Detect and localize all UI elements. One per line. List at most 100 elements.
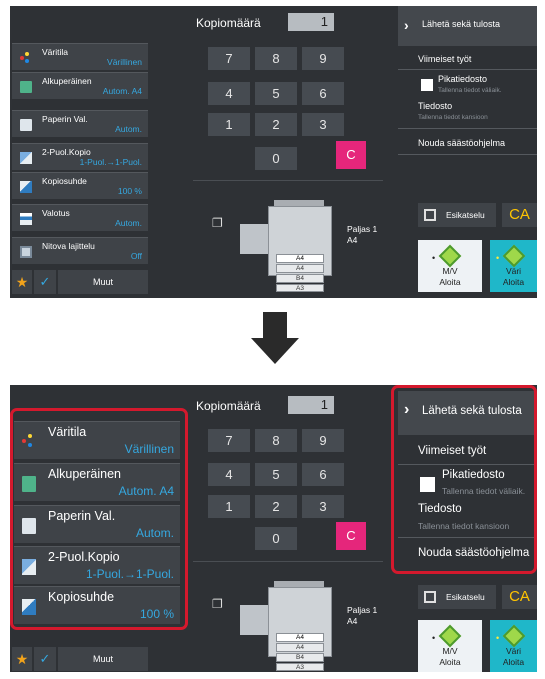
key-4[interactable]: 4 bbox=[208, 463, 250, 486]
color-mode-icon bbox=[20, 52, 32, 64]
eco-program[interactable]: Nouda säästöohjelma bbox=[418, 138, 505, 148]
setting-staple-sort[interactable]: Nitova lajittelu Off bbox=[12, 237, 148, 264]
preview-button[interactable]: Esikatselu bbox=[418, 203, 496, 227]
paper-tray-1[interactable]: A4 bbox=[276, 254, 324, 263]
setting-value: 1-Puol.→1-Puol. bbox=[79, 157, 142, 167]
key-5[interactable]: 5 bbox=[255, 463, 297, 486]
setting-label: Paperin Val. bbox=[42, 114, 88, 124]
setting-exposure[interactable]: Valotus Autom. bbox=[12, 204, 148, 231]
key-9[interactable]: 9 bbox=[302, 47, 344, 70]
key-7[interactable]: 7 bbox=[208, 47, 250, 70]
scale-icon bbox=[20, 181, 32, 193]
setting-label: Kopiosuhde bbox=[42, 176, 87, 186]
setting-value: Autom. bbox=[115, 124, 142, 134]
setting-original[interactable]: Alkuperäinen Autom. A4 bbox=[12, 72, 148, 99]
setting-value: Off bbox=[130, 251, 142, 261]
settings-list: Väritila Värillinen Alkuperäinen Autom. … bbox=[10, 6, 182, 298]
quick-file-checkbox[interactable] bbox=[421, 79, 433, 91]
machine-diagram: ❐ A4 A4 B4 A3 bbox=[208, 581, 358, 671]
copy-count-field[interactable]: 1 bbox=[288, 13, 334, 31]
bw-start-button[interactable]: • M/V Aloita bbox=[418, 240, 482, 292]
copy-count-title: Kopiomäärä bbox=[196, 16, 261, 30]
color-start-button[interactable]: • Väri Aloita bbox=[490, 240, 537, 292]
start-diamond-icon bbox=[438, 624, 462, 648]
copy-count-field[interactable]: 1 bbox=[288, 396, 334, 414]
setting-value: Värillinen bbox=[107, 57, 142, 67]
chevron-right-icon: › bbox=[404, 17, 409, 33]
key-0[interactable]: 0 bbox=[255, 147, 297, 170]
favorites-star-icon[interactable]: ★ bbox=[12, 270, 32, 294]
setting-duplex[interactable]: 2-Puol.Kopio 1-Puol.→1-Puol. bbox=[12, 143, 148, 170]
clear-key[interactable]: C bbox=[336, 522, 366, 550]
color-start-button[interactable]: • Väri Aloita bbox=[490, 620, 537, 672]
key-6[interactable]: 6 bbox=[302, 82, 344, 105]
send-and-print-button[interactable]: › Lähetä sekä tulosta bbox=[398, 6, 537, 46]
original-icon bbox=[20, 81, 32, 93]
paper-tray-4[interactable]: A3 bbox=[276, 663, 324, 671]
clear-all-button[interactable]: CA bbox=[502, 585, 537, 609]
key-6[interactable]: 6 bbox=[302, 463, 344, 486]
copy-screen-after: Väritila Värillinen Alkuperäinen Autom. … bbox=[10, 385, 537, 672]
paper-tray-3[interactable]: B4 bbox=[276, 653, 324, 662]
key-7[interactable]: 7 bbox=[208, 429, 250, 452]
setting-value: Autom. A4 bbox=[102, 86, 142, 96]
key-8[interactable]: 8 bbox=[255, 429, 297, 452]
bw-start-line1: M/V bbox=[442, 266, 458, 276]
bypass-tray-info: Paljas 1 A4 bbox=[347, 224, 377, 246]
output-tray bbox=[240, 224, 268, 254]
paper-tray-4[interactable]: A3 bbox=[276, 284, 324, 292]
staple-sort-icon bbox=[20, 246, 32, 258]
key-1[interactable]: 1 bbox=[208, 113, 250, 136]
key-0[interactable]: 0 bbox=[255, 527, 297, 550]
key-2[interactable]: 2 bbox=[255, 495, 297, 518]
file-option[interactable]: Tiedosto bbox=[418, 101, 452, 111]
clear-key[interactable]: C bbox=[336, 141, 366, 169]
check-icon[interactable]: ✓ bbox=[34, 270, 56, 294]
copies-icon: ❐ bbox=[212, 216, 223, 230]
setting-label: Väritila bbox=[42, 47, 68, 57]
check-icon[interactable]: ✓ bbox=[34, 647, 56, 671]
setting-value: 100 % bbox=[117, 186, 142, 196]
key-4[interactable]: 4 bbox=[208, 82, 250, 105]
divider bbox=[398, 69, 537, 70]
color-dots-icon: • bbox=[496, 253, 500, 263]
setting-paper-select[interactable]: Paperin Val. Autom. bbox=[12, 110, 148, 137]
copy-count-header: Kopiomäärä 1 bbox=[196, 395, 356, 417]
key-1[interactable]: 1 bbox=[208, 495, 250, 518]
preview-button[interactable]: Esikatselu bbox=[418, 585, 496, 609]
key-9[interactable]: 9 bbox=[302, 429, 344, 452]
setting-label: Alkuperäinen bbox=[42, 76, 92, 86]
others-button[interactable]: Muut bbox=[58, 270, 148, 294]
bw-start-button[interactable]: • M/V Aloita bbox=[418, 620, 482, 672]
preview-icon bbox=[424, 209, 436, 221]
bw-dots-icon: • bbox=[432, 633, 436, 643]
others-button[interactable]: Muut bbox=[58, 647, 148, 671]
color-start-line1: Väri bbox=[505, 646, 522, 656]
recent-jobs[interactable]: Viimeiset työt bbox=[418, 54, 471, 64]
preview-label: Esikatselu bbox=[446, 592, 485, 602]
preview-icon bbox=[424, 591, 436, 603]
setting-label: Nitova lajittelu bbox=[42, 241, 95, 251]
paper-tray-2[interactable]: A4 bbox=[276, 643, 324, 652]
bypass-tray-size: A4 bbox=[347, 235, 358, 245]
machine-diagram: ❐ A4 A4 B4 A3 bbox=[208, 200, 358, 292]
key-5[interactable]: 5 bbox=[255, 82, 297, 105]
copy-screen-before: Väritila Värillinen Alkuperäinen Autom. … bbox=[10, 6, 537, 298]
paper-tray-3[interactable]: B4 bbox=[276, 274, 324, 283]
divider bbox=[398, 154, 537, 155]
color-dots-icon: • bbox=[496, 633, 500, 643]
paper-tray-2[interactable]: A4 bbox=[276, 264, 324, 273]
settings-highlight-frame bbox=[10, 408, 188, 630]
clear-all-button[interactable]: CA bbox=[502, 203, 537, 227]
key-2[interactable]: 2 bbox=[255, 113, 297, 136]
key-3[interactable]: 3 bbox=[302, 113, 344, 136]
start-diamond-icon bbox=[438, 244, 462, 268]
quick-file-sub: Tallenna tiedot väliaik. bbox=[438, 87, 502, 94]
key-8[interactable]: 8 bbox=[255, 47, 297, 70]
key-3[interactable]: 3 bbox=[302, 495, 344, 518]
setting-color-mode[interactable]: Väritila Värillinen bbox=[12, 43, 148, 70]
paper-tray-1[interactable]: A4 bbox=[276, 633, 324, 642]
favorites-star-icon[interactable]: ★ bbox=[12, 647, 32, 671]
setting-copy-ratio[interactable]: Kopiosuhde 100 % bbox=[12, 172, 148, 199]
down-arrow-icon bbox=[251, 312, 299, 364]
